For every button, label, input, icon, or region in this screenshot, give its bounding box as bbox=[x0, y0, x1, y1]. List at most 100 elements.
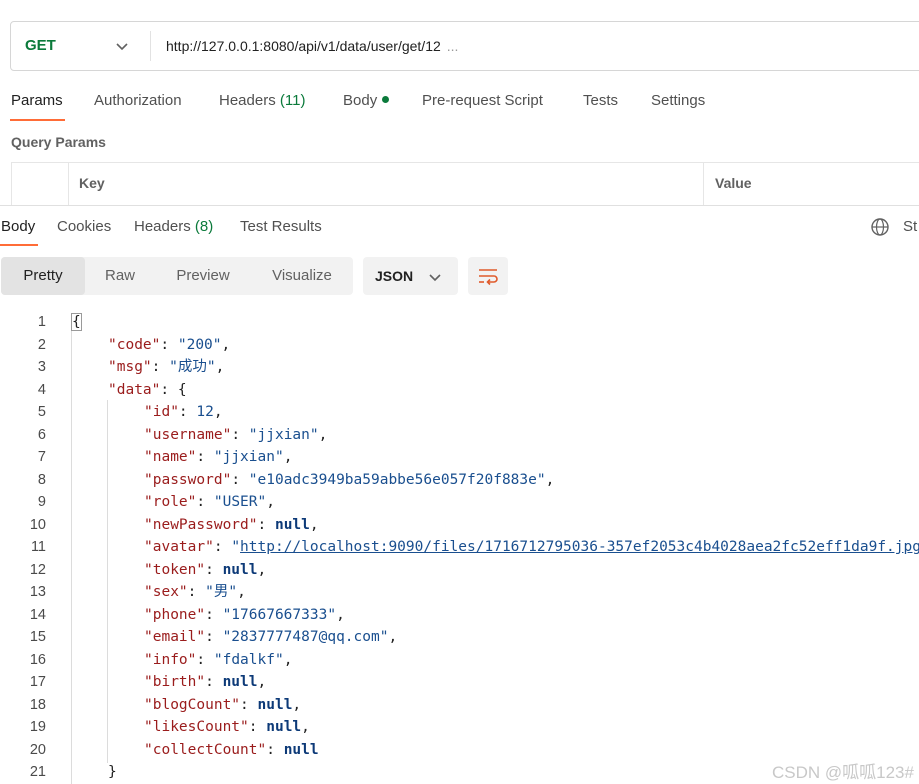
line-number: 12 bbox=[29, 561, 46, 578]
code-token: : bbox=[196, 494, 214, 510]
avatar-link[interactable]: http://localhost:9090/files/171671279503… bbox=[240, 539, 919, 555]
code-text: "birth": null, bbox=[144, 671, 266, 694]
code-token: , bbox=[545, 471, 555, 488]
code-line: 12 "token": null, bbox=[0, 559, 919, 582]
response-tab-cookies[interactable]: Cookies bbox=[57, 218, 111, 235]
tab-body-label: Body bbox=[343, 92, 378, 109]
code-text: "name": "jjxian", bbox=[144, 446, 292, 469]
code-line: 11 "avatar": "http://localhost:9090/files… bbox=[0, 536, 919, 559]
visualize-button[interactable]: Visualize bbox=[251, 257, 353, 295]
line-number: 16 bbox=[29, 651, 46, 668]
code-line: 15 "email": "2837777487@qq.com", bbox=[0, 626, 919, 649]
code-line: 16 "info": "fdalkf", bbox=[0, 649, 919, 672]
code-token: "username" bbox=[144, 426, 232, 443]
code-text: { bbox=[71, 311, 82, 334]
globe-icon[interactable] bbox=[870, 217, 890, 237]
code-line: 1{ bbox=[0, 311, 919, 334]
tab-params[interactable]: Params bbox=[11, 92, 63, 109]
query-params-title: Query Params bbox=[11, 134, 106, 150]
tab-body[interactable]: Body bbox=[343, 92, 390, 109]
code-token: , bbox=[318, 426, 328, 443]
line-number: 9 bbox=[37, 494, 46, 510]
watermark: CSDN @呱呱123# bbox=[772, 763, 914, 782]
response-tab-headers[interactable]: Headers (8) bbox=[134, 218, 213, 235]
code-token: : bbox=[205, 629, 223, 645]
code-token: , bbox=[292, 696, 302, 713]
code-text: "sex": "男", bbox=[144, 581, 246, 604]
line-number: 14 bbox=[29, 606, 46, 623]
wrap-lines-button[interactable] bbox=[468, 257, 508, 295]
code-token: null bbox=[274, 516, 310, 533]
code-line: 8 "password": "e10adc3949ba59abbe56e057f2… bbox=[0, 469, 919, 492]
code-token: , bbox=[215, 359, 225, 375]
url-divider bbox=[150, 31, 151, 61]
code-line: 19 "likesCount": null, bbox=[0, 716, 919, 739]
url-input[interactable]: http://127.0.0.1:8080/api/v1/data/user/g… bbox=[166, 22, 458, 70]
query-params-table: Key Value bbox=[11, 162, 919, 206]
pane-divider[interactable] bbox=[0, 205, 919, 206]
tab-authorization[interactable]: Authorization bbox=[94, 92, 182, 109]
code-line: 4 "data": { bbox=[0, 379, 919, 402]
line-number: 13 bbox=[29, 584, 46, 600]
code-token: : bbox=[205, 561, 223, 578]
line-number: 5 bbox=[37, 404, 46, 420]
tab-headers[interactable]: Headers (11) bbox=[219, 92, 305, 109]
code-token: null bbox=[283, 741, 319, 758]
line-number: 11 bbox=[30, 539, 46, 555]
code-line: 7 "name": "jjxian", bbox=[0, 446, 919, 469]
code-token: : bbox=[205, 606, 223, 623]
url-bar: GET http://127.0.0.1:8080/api/v1/data/us… bbox=[10, 21, 919, 71]
method-select[interactable]: GET bbox=[25, 22, 56, 70]
code-line: 14 "phone": "17667667333", bbox=[0, 604, 919, 627]
code-token: "code" bbox=[108, 336, 161, 353]
code-token: , bbox=[257, 674, 267, 690]
code-text: "blogCount": null, bbox=[144, 694, 301, 717]
code-token: : bbox=[231, 426, 249, 443]
line-number: 4 bbox=[37, 381, 46, 398]
code-text: "role": "USER", bbox=[144, 491, 275, 514]
tab-tests[interactable]: Tests bbox=[583, 92, 618, 109]
code-token: : bbox=[240, 696, 258, 713]
code-text: "msg": "成功", bbox=[108, 356, 224, 379]
code-token: "name" bbox=[144, 449, 197, 465]
code-token: "成功" bbox=[169, 359, 216, 375]
preview-button[interactable]: Preview bbox=[155, 257, 251, 295]
response-tab-test-results[interactable]: Test Results bbox=[240, 218, 322, 235]
tab-pre-request-script[interactable]: Pre-request Script bbox=[422, 92, 543, 109]
code-token: null bbox=[257, 696, 293, 713]
code-token: , bbox=[237, 584, 246, 600]
code-token: "phone" bbox=[144, 606, 206, 623]
code-token: "newPassword" bbox=[144, 516, 258, 533]
line-number: 18 bbox=[29, 696, 46, 713]
code-text: "avatar": "http://localhost:9090/files/1… bbox=[144, 536, 919, 559]
code-token: , bbox=[213, 404, 223, 420]
code-line: 2 "code": "200", bbox=[0, 334, 919, 357]
response-tab-body[interactable]: Body bbox=[1, 218, 35, 235]
column-divider bbox=[68, 163, 69, 205]
wrap-text-icon bbox=[479, 269, 498, 286]
code-token: { bbox=[71, 313, 82, 331]
code-token: : bbox=[160, 336, 178, 353]
code-token: , bbox=[283, 449, 293, 465]
code-text: "phone": "17667667333", bbox=[144, 604, 345, 627]
line-number: 20 bbox=[29, 741, 46, 758]
code-token: "blogCount" bbox=[144, 696, 241, 713]
code-token: "info" bbox=[144, 651, 197, 668]
code-token: "password" bbox=[144, 471, 232, 488]
code-text: "newPassword": null, bbox=[144, 514, 319, 537]
code-token: "jjxian" bbox=[213, 449, 284, 465]
pretty-button[interactable]: Pretty bbox=[1, 257, 85, 295]
raw-button[interactable]: Raw bbox=[85, 257, 155, 295]
language-select[interactable]: JSON bbox=[363, 257, 458, 295]
code-token: : bbox=[187, 584, 206, 600]
code-token: " bbox=[231, 539, 241, 555]
code-text: "likesCount": null, bbox=[144, 716, 310, 739]
code-token: "e10adc3949ba59abbe56e057f20f883e" bbox=[248, 471, 546, 488]
active-response-tab-underline bbox=[0, 244, 38, 246]
code-token: "id" bbox=[144, 404, 179, 420]
chevron-down-icon[interactable] bbox=[115, 39, 129, 53]
code-token: "17667667333" bbox=[222, 606, 337, 623]
code-token: : bbox=[257, 516, 275, 533]
response-body-code[interactable]: 1{2 "code": "200", 3 "msg": "成功", 4 "data": {… bbox=[0, 311, 919, 784]
tab-settings[interactable]: Settings bbox=[651, 92, 705, 109]
